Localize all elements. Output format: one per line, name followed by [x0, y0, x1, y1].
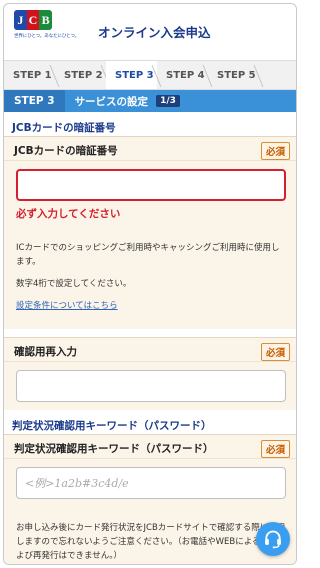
pin-help-format: 数字4桁で設定してください。	[16, 279, 132, 289]
confirm-field-label: 確認用再入力	[14, 346, 77, 358]
headset-icon	[265, 530, 281, 549]
logo-letter-c: C	[26, 10, 40, 30]
step-tab-1: STEP 1	[4, 61, 55, 89]
required-badge: 必須	[260, 439, 290, 458]
phone-frame: J C B 世界にひとつ。あなたにひとつ。 オンライン入会申込 STEP 1 S…	[3, 3, 297, 565]
confirm-field-header: 確認用再入力 必須	[4, 338, 296, 362]
logo-tagline: 世界にひとつ。あなたにひとつ。	[14, 34, 80, 39]
keyword-field-body: お申し込み後にカード発行状況をJCBカードサイトで確認する際に使用しますので忘れ…	[4, 459, 296, 564]
pin-help-usage: ICカードでのショッピングご利用時やキャッシングご利用時に使用します。	[16, 243, 280, 267]
step-tab-5: STEP 5	[208, 61, 259, 89]
keyword-field-group: 判定状況確認用キーワード（パスワード） 必須 お申し込み後にカード発行状況をJC…	[4, 434, 296, 564]
logo-letter-j: J	[14, 10, 27, 30]
confirm-field-body	[4, 362, 296, 410]
jcb-logo-mark: J C B	[14, 10, 52, 30]
keyword-input[interactable]	[16, 467, 286, 499]
page-header: J C B 世界にひとつ。あなたにひとつ。 オンライン入会申込	[4, 4, 296, 60]
spacer	[4, 329, 296, 337]
jcb-logo[interactable]: J C B 世界にひとつ。あなたにひとつ。	[14, 10, 80, 39]
keyword-field-header: 判定状況確認用キーワード（パスワード） 必須	[4, 435, 296, 459]
pin-section-heading: JCBカードの暗証番号	[12, 122, 116, 134]
required-badge: 必須	[260, 141, 290, 160]
step-banner: STEP 3 サービスの設定 1/3	[4, 90, 296, 112]
step-tab-4: STEP 4	[157, 61, 208, 89]
keyword-field-label: 判定状況確認用キーワード（パスワード）	[14, 443, 214, 455]
chat-support-button[interactable]	[256, 522, 290, 556]
step-tab-3: STEP 3	[106, 61, 157, 89]
keyword-help-text: お申し込み後にカード発行状況をJCBカードサイトで確認する際に使用しますので忘れ…	[16, 523, 286, 561]
pin-input[interactable]	[16, 169, 286, 201]
required-badge: 必須	[260, 342, 290, 361]
pin-field-header: JCBカードの暗証番号 必須	[4, 137, 296, 161]
keyword-section-heading: 判定状況確認用キーワード（パスワード）	[12, 420, 212, 432]
banner-page-counter: 1/3	[156, 95, 180, 107]
banner-title: サービスの設定	[74, 95, 149, 108]
step-tab-2: STEP 2	[55, 61, 106, 89]
page-title: オンライン入会申込	[98, 25, 211, 40]
pin-field-group: JCBカードの暗証番号 必須 必ず入力してください ICカードでのショッピングご…	[4, 136, 296, 329]
pin-confirm-input[interactable]	[16, 370, 286, 402]
pin-error-message: 必ず入力してください	[16, 208, 121, 220]
pin-help-text: ICカードでのショッピングご利用時やキャッシングご利用時に使用します。 数字4桁…	[16, 241, 286, 313]
logo-letter-b: B	[39, 10, 52, 30]
pin-field-label: JCBカードの暗証番号	[14, 145, 118, 157]
pin-conditions-link[interactable]: 設定条件についてはこちら	[16, 301, 118, 311]
banner-step-label: STEP 3	[4, 90, 65, 112]
step-progress-tabs: STEP 1 STEP 2 STEP 3 STEP 4 STEP 5	[4, 60, 296, 90]
pin-field-body: 必ず入力してください ICカードでのショッピングご利用時やキャッシングご利用時に…	[4, 161, 296, 329]
confirm-field-group: 確認用再入力 必須	[4, 337, 296, 410]
